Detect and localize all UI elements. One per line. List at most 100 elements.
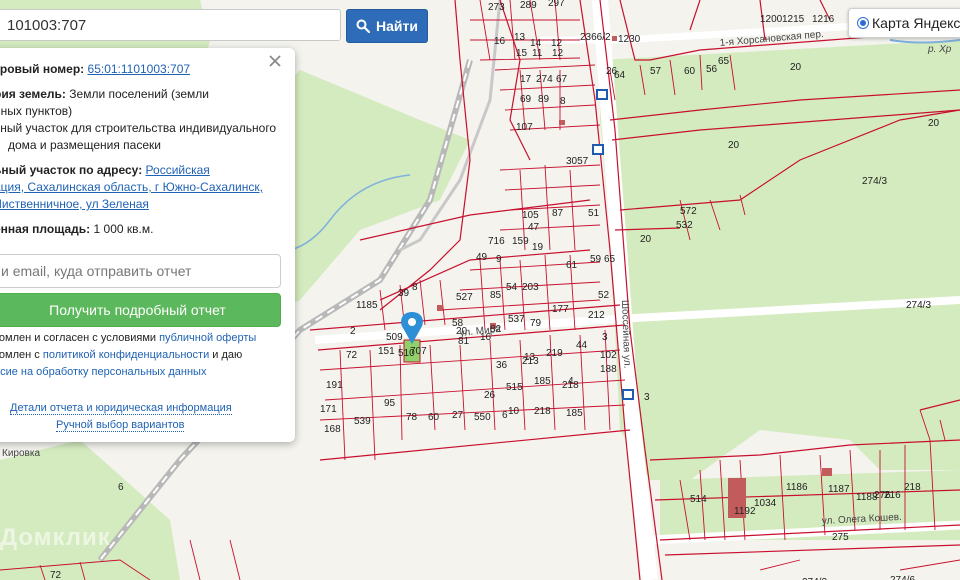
parcel-number-label: 3057 bbox=[566, 156, 589, 167]
address-link[interactable]: ация, Сахалинская область, г Южно-Сахали… bbox=[0, 180, 263, 194]
terms-text: комлен и согласен с условиями bbox=[0, 332, 157, 344]
parcel-number-label: 185 bbox=[566, 408, 583, 419]
parcel-number-label: 47 bbox=[528, 222, 540, 233]
area-value: 1 000 кв.м. bbox=[93, 222, 154, 236]
parcel-number-label: 49 bbox=[476, 252, 488, 263]
land-category-value: Земли поселений (земли bbox=[69, 87, 209, 101]
map-layer-switch[interactable]: Карта Яндекс bbox=[848, 8, 960, 38]
parcel-number-label: 65 bbox=[604, 254, 616, 265]
parcel-number-label: 11 bbox=[532, 48, 543, 59]
parcel-number-label: 52 bbox=[598, 290, 610, 301]
cadastral-number-label: тровый номер: bbox=[0, 62, 85, 76]
parcel-number-label: 60 bbox=[428, 412, 440, 423]
search-button-label: Найти bbox=[376, 18, 418, 34]
parcel-number-label: 57 bbox=[650, 66, 662, 77]
data-consent-link[interactable]: асие на обработку персональных данных bbox=[0, 366, 206, 378]
parcel-number-label: 105 bbox=[522, 210, 539, 221]
parcel-number-label: 159 bbox=[512, 236, 529, 247]
parcel-number-label: 20 bbox=[928, 118, 940, 129]
parcel-number-label: 274/6 bbox=[890, 575, 915, 580]
parcel-number-label: 6 bbox=[118, 482, 124, 493]
parcel-number-label: 273 bbox=[488, 2, 505, 13]
terms-text: и даю bbox=[212, 349, 243, 361]
address-link[interactable]: Лиственничное, ул Зеленая bbox=[0, 197, 149, 211]
radio-selected-icon[interactable] bbox=[857, 17, 869, 29]
land-usage-text: ьный участок для строительства индивидуа… bbox=[0, 121, 277, 135]
parcel-number-label: 274 bbox=[536, 74, 553, 85]
parcel-number-label: 56 bbox=[706, 64, 718, 75]
parcel-number-label: 1034 bbox=[754, 498, 777, 509]
parcel-number-label: 67 bbox=[556, 74, 568, 85]
parcel-number-label: 188 bbox=[600, 364, 617, 375]
parcel-number-label: 20 bbox=[790, 62, 802, 73]
parcel-number-label: 212 bbox=[588, 310, 605, 321]
parcel-number-label: 2366/2 bbox=[580, 32, 611, 43]
parcel-number-label: 85 bbox=[490, 290, 502, 301]
map-layer-label: Карта Яндекс bbox=[872, 15, 960, 31]
parcel-number-label: 17 bbox=[520, 74, 532, 85]
parcel-number-label: 89 bbox=[538, 94, 550, 105]
get-report-button[interactable]: Получить подробный отчет bbox=[0, 293, 281, 327]
parcel-number-label: 72 bbox=[50, 570, 62, 580]
parcel-number-label: 3 bbox=[602, 332, 608, 343]
parcel-number-label: 2 bbox=[350, 326, 356, 337]
parcel-number-label: 95 bbox=[384, 398, 396, 409]
parcel-number-label: 191 bbox=[326, 380, 343, 391]
area-label: енная площадь: bbox=[0, 222, 91, 236]
parcel-number-label: 515 bbox=[506, 382, 523, 393]
parcel-number-label: 69 bbox=[520, 94, 532, 105]
close-icon[interactable] bbox=[268, 54, 282, 68]
parcel-number-label: 203 bbox=[522, 282, 539, 293]
email-field[interactable] bbox=[0, 254, 281, 288]
parcel-number-label: 27 bbox=[452, 410, 464, 421]
parcel-number-label: 78 bbox=[406, 412, 418, 423]
parcel-number-label: 1186 bbox=[786, 482, 808, 493]
parcel-number-label: 102 bbox=[600, 350, 617, 361]
parcel-number-label: 532 bbox=[676, 220, 693, 231]
parcel-number-label: 572 bbox=[680, 206, 697, 217]
parcel-number-label: 9 bbox=[496, 254, 502, 265]
parcel-number-label: 3 bbox=[644, 392, 650, 403]
parcel-number-label: 61 bbox=[566, 260, 578, 271]
parcel-number-label: 13 bbox=[514, 32, 526, 43]
parcel-number-label: 219 bbox=[546, 348, 563, 359]
parcel-number-label: 550 bbox=[474, 412, 491, 423]
parcel-number-label: 514 bbox=[690, 494, 707, 505]
address-link[interactable]: Российская bbox=[146, 163, 210, 177]
parcel-number-label: 275 bbox=[832, 532, 849, 543]
parcel-number-label: 107 bbox=[516, 122, 533, 133]
address-label: ьный участок по адресу: bbox=[0, 163, 143, 177]
parcel-number-label: 1200 bbox=[760, 14, 783, 25]
parcel-number-label: 19 bbox=[532, 242, 544, 253]
parcel-number-label: 218 bbox=[534, 406, 551, 417]
parcel-number-label: 20 bbox=[640, 234, 652, 245]
cadastral-search-input[interactable] bbox=[0, 9, 341, 41]
manual-selection-link[interactable]: Ручной выбор вариантов bbox=[56, 419, 185, 432]
report-details-link[interactable]: Детали отчета и юридическая информация bbox=[10, 402, 232, 415]
parcel-number-label: 289 bbox=[520, 0, 537, 11]
land-usage-text: дома и размещения пасеки bbox=[8, 138, 161, 152]
parcel-number-label: 297 bbox=[548, 0, 565, 9]
parcel-number-label: 218 bbox=[904, 482, 921, 493]
parcel-number-label: 1192 bbox=[734, 506, 756, 517]
search-button[interactable]: Найти bbox=[346, 9, 428, 43]
public-offer-link[interactable]: публичной оферты bbox=[159, 332, 256, 344]
domclick-watermark: Домклик bbox=[0, 524, 111, 551]
parcel-info-panel: тровый номер: 65:01:1101003:707 рия земе… bbox=[0, 48, 295, 442]
parcel-number-label: 218 bbox=[562, 380, 579, 391]
terms-text: комлен с bbox=[0, 349, 40, 361]
parcel-number-label: 36 bbox=[496, 360, 508, 371]
parcel-number-label: 274/3 bbox=[906, 300, 931, 311]
parcel-number-label: 1215 bbox=[782, 14, 805, 25]
parcel-number-label: 60 bbox=[684, 66, 696, 77]
parcel-number-label: 8 bbox=[560, 96, 566, 107]
street-label: Кировка bbox=[2, 448, 40, 459]
cadastral-number-link[interactable]: 65:01:1101003:707 bbox=[88, 62, 191, 76]
parcel-number-label: 59 bbox=[590, 254, 602, 265]
privacy-policy-link[interactable]: политикой конфиденциальности bbox=[43, 349, 209, 361]
parcel-number-label: 185 bbox=[534, 376, 551, 387]
parcel-number-label: 72 bbox=[346, 350, 358, 361]
parcel-number-label: 539 bbox=[354, 416, 371, 427]
parcel-number-label: 216 bbox=[884, 490, 901, 501]
parcel-number-label: 16 bbox=[494, 36, 506, 47]
